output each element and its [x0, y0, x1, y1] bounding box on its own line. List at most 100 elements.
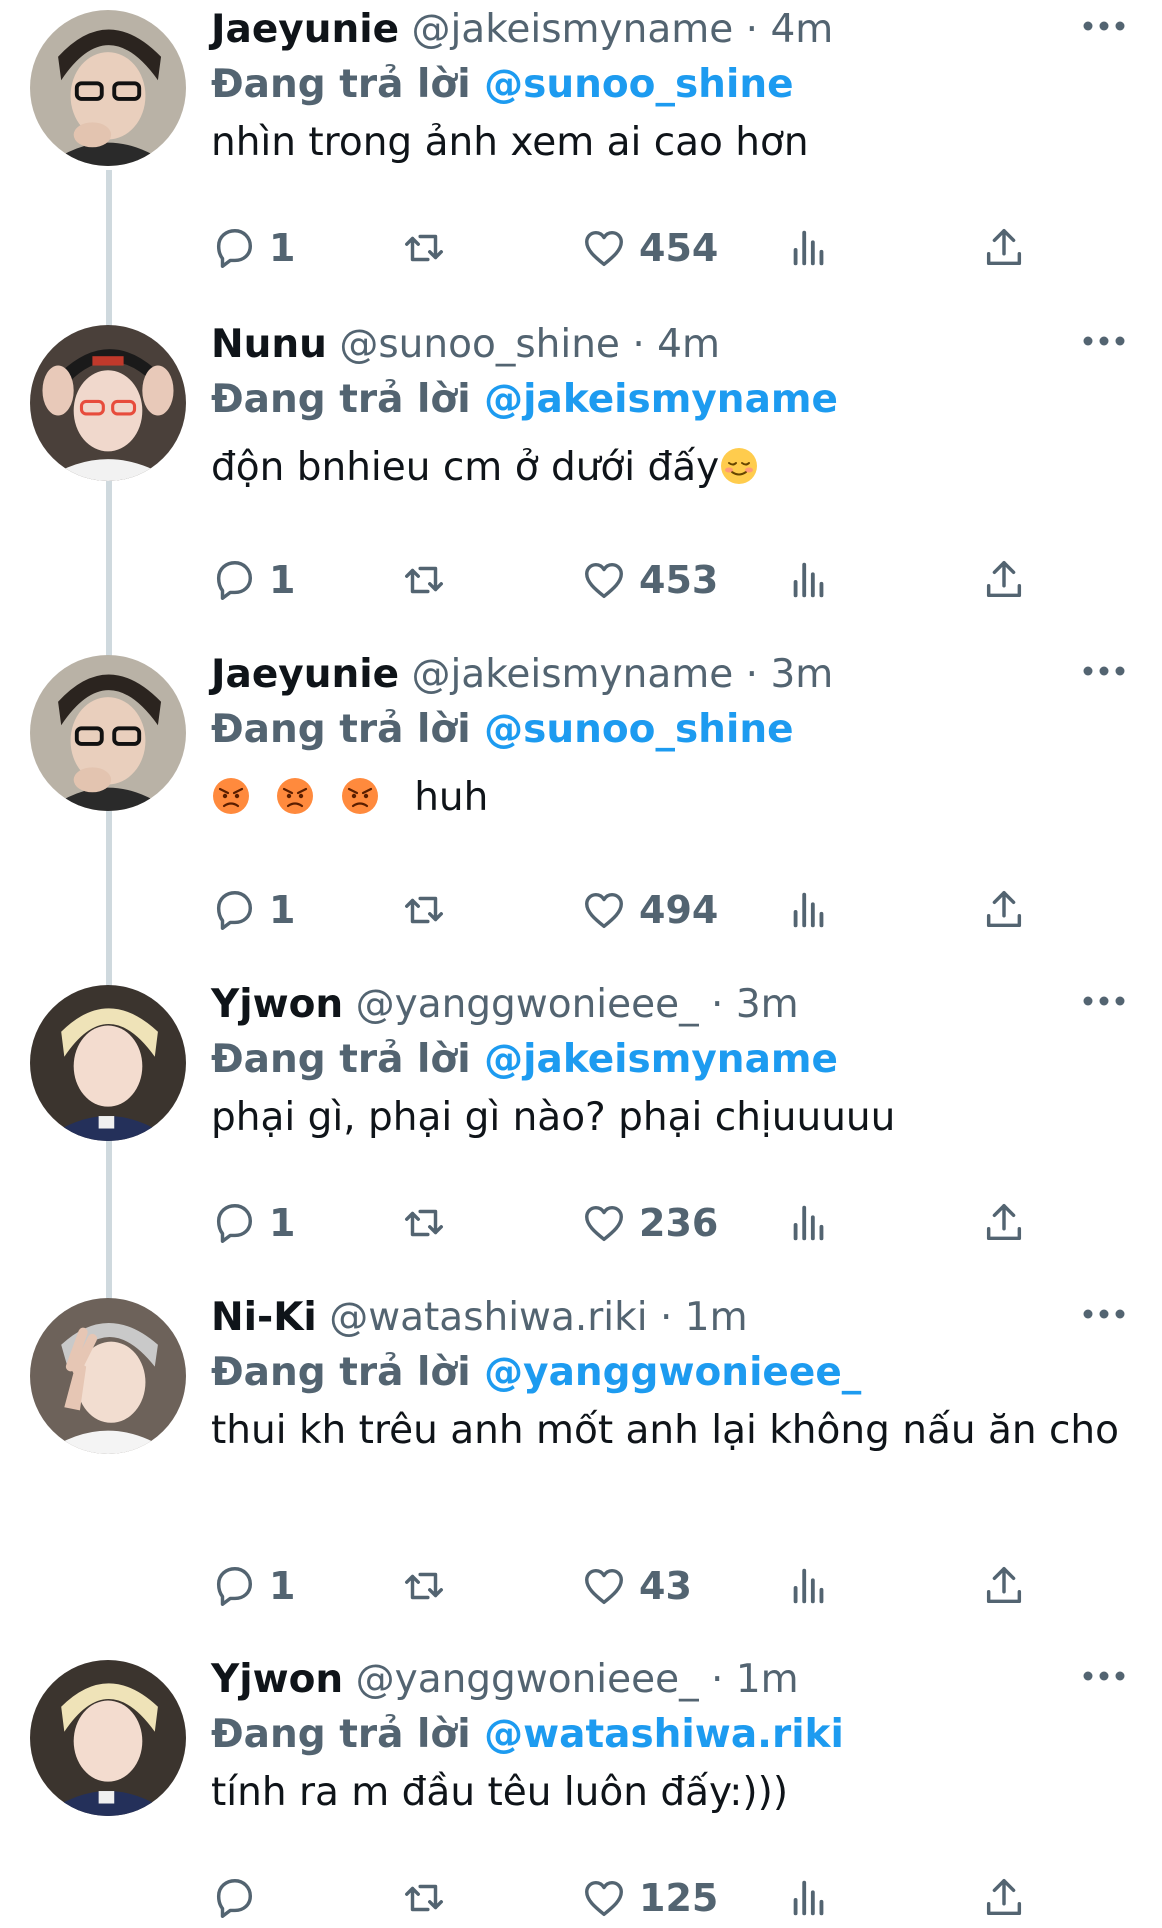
share-icon	[986, 1879, 1022, 1916]
reply-mention[interactable]: @jakeismyname	[484, 1037, 838, 1082]
avatar[interactable]	[30, 1660, 186, 1816]
retweet-button[interactable]	[401, 1556, 447, 1616]
tweet[interactable]: Ni-Ki @watashiwa.riki · 1m Đang trả lời …	[0, 1288, 1162, 1608]
more-icon[interactable]	[1082, 331, 1126, 351]
share-icon	[986, 229, 1022, 266]
timestamp[interactable]: 1m	[685, 1295, 748, 1340]
tweet-text: huh	[414, 775, 489, 820]
tweet[interactable]: Jaeyunie @jakeismyname · 3m Đang trả lời…	[0, 645, 1162, 932]
handle[interactable]: @jakeismyname	[411, 652, 733, 697]
tweet-text: tính ra m đầu têu luôn đấy:)))	[211, 1770, 789, 1815]
tweet[interactable]: Nunu @sunoo_shine · 4m Đang trả lời @jak…	[0, 315, 1162, 602]
views-button[interactable]	[786, 1193, 832, 1253]
display-name[interactable]: Jaeyunie	[211, 652, 399, 697]
reply-mention[interactable]: @sunoo_shine	[484, 707, 793, 752]
avatar[interactable]	[30, 985, 186, 1141]
handle[interactable]: @jakeismyname	[411, 7, 733, 52]
heart-icon	[585, 230, 623, 267]
timestamp[interactable]: 1m	[736, 1657, 799, 1702]
like-button[interactable]: 43	[581, 1556, 692, 1616]
share-button[interactable]	[981, 1868, 1027, 1928]
tweet-text: độn bnhieu cm ở dưới đấy	[211, 445, 720, 490]
retweet-button[interactable]	[401, 218, 447, 278]
tweet[interactable]: Yjwon @yanggwonieee_ · 1m Đang trả lời @…	[0, 1650, 1162, 1920]
retweet-icon	[405, 1884, 443, 1912]
reply-icon	[216, 1879, 253, 1918]
handle[interactable]: @yanggwonieee_	[356, 982, 699, 1027]
reply-prefix: Đang trả lời	[211, 377, 471, 422]
share-button[interactable]	[981, 1556, 1027, 1616]
like-button[interactable]: 454	[581, 218, 718, 278]
separator: ·	[711, 982, 724, 1027]
views-button[interactable]	[786, 1868, 832, 1928]
avatar[interactable]	[30, 325, 186, 481]
more-icon[interactable]	[1082, 1304, 1126, 1324]
timestamp[interactable]: 4m	[770, 7, 833, 52]
retweet-button[interactable]	[401, 880, 447, 940]
display-name[interactable]: Yjwon	[211, 1657, 343, 1702]
separator: ·	[711, 1657, 724, 1702]
heart-icon	[585, 892, 623, 929]
retweet-button[interactable]	[401, 1868, 447, 1928]
like-button[interactable]: 236	[581, 1193, 718, 1253]
retweet-button[interactable]	[401, 1193, 447, 1253]
display-name[interactable]: Nunu	[211, 322, 327, 367]
display-name[interactable]: Yjwon	[211, 982, 343, 1027]
reply-count: 1	[269, 226, 296, 270]
like-count: 43	[639, 1564, 692, 1608]
more-icon[interactable]	[1082, 991, 1126, 1011]
timestamp[interactable]: 4m	[657, 322, 720, 367]
more-icon[interactable]	[1082, 16, 1126, 36]
tweet[interactable]: Yjwon @yanggwonieee_ · 3m Đang trả lời @…	[0, 975, 1162, 1245]
views-button[interactable]	[786, 550, 832, 610]
display-name[interactable]: Ni-Ki	[211, 1295, 317, 1340]
reply-button[interactable]: 1	[211, 1556, 295, 1616]
reply-button[interactable]	[211, 1868, 269, 1928]
reply-mention[interactable]: @watashiwa.riki	[484, 1712, 844, 1757]
like-button[interactable]: 494	[581, 880, 718, 940]
reply-mention[interactable]: @yanggwonieee_	[484, 1350, 861, 1395]
separator: ·	[745, 652, 759, 697]
reply-button[interactable]: 1	[211, 550, 295, 610]
views-button[interactable]	[786, 880, 832, 940]
more-icon[interactable]	[1082, 661, 1126, 681]
like-count: 236	[639, 1201, 719, 1245]
views-icon	[793, 1205, 824, 1241]
avatar[interactable]	[30, 10, 186, 166]
handle[interactable]: @yanggwonieee_	[356, 1657, 699, 1702]
retweet-button[interactable]	[401, 550, 447, 610]
separator: ·	[632, 322, 645, 367]
tweet-text-wrap: độn bnhieu cm ở dưới đấy	[211, 443, 1132, 493]
timestamp[interactable]: 3m	[770, 652, 833, 697]
handle[interactable]: @watashiwa.riki	[329, 1295, 647, 1340]
reply-button[interactable]: 1	[211, 218, 295, 278]
heart-icon	[585, 1880, 623, 1917]
avatar[interactable]	[30, 655, 186, 811]
views-button[interactable]	[786, 1556, 832, 1616]
avatar[interactable]	[30, 1298, 186, 1454]
share-button[interactable]	[981, 218, 1027, 278]
share-button[interactable]	[981, 550, 1027, 610]
reply-prefix: Đang trả lời	[211, 707, 471, 752]
tweet-text-wrap: huh	[211, 773, 1132, 823]
timestamp[interactable]: 3m	[736, 982, 799, 1027]
handle[interactable]: @sunoo_shine	[339, 322, 620, 367]
more-icon[interactable]	[1082, 1666, 1126, 1686]
like-count: 494	[639, 888, 719, 932]
tweet[interactable]: Jaeyunie @jakeismyname · 4m Đang trả lời…	[0, 0, 1162, 270]
reply-count: 1	[269, 888, 296, 932]
share-icon	[986, 1204, 1022, 1241]
share-button[interactable]	[981, 1193, 1027, 1253]
tweet-text: thui kh trêu anh mốt anh lại không nấu ă…	[211, 1408, 1120, 1453]
views-button[interactable]	[786, 218, 832, 278]
reply-count: 1	[269, 1201, 296, 1245]
retweet-icon	[405, 566, 443, 594]
display-name[interactable]: Jaeyunie	[211, 7, 399, 52]
reply-button[interactable]: 1	[211, 880, 295, 940]
like-button[interactable]: 453	[581, 550, 718, 610]
reply-mention[interactable]: @sunoo_shine	[484, 62, 793, 107]
share-button[interactable]	[981, 880, 1027, 940]
reply-button[interactable]: 1	[211, 1193, 295, 1253]
reply-mention[interactable]: @jakeismyname	[484, 377, 838, 422]
like-button[interactable]: 125	[581, 1868, 718, 1928]
